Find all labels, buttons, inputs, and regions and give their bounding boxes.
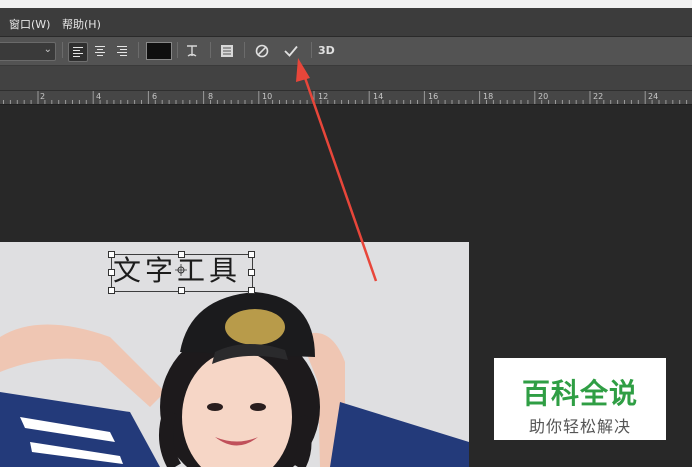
watermark-logo: 百科全说 助你轻松解决 (494, 358, 666, 440)
watermark-title: 百科全说 (521, 377, 638, 410)
watermark-subtitle: 助你轻松解决 (528, 417, 631, 436)
